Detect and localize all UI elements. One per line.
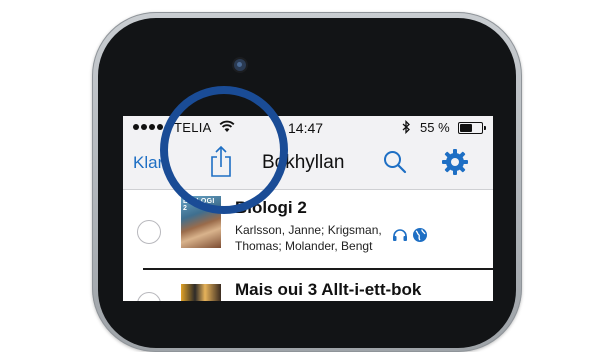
list-item[interactable]: BIOLOGI 2 Biologi 2 Karlsson, Janne; Kri… <box>123 190 493 270</box>
gear-icon[interactable] <box>441 148 469 176</box>
book-cover <box>181 284 221 301</box>
search-icon[interactable] <box>382 149 408 175</box>
select-checkbox[interactable] <box>137 292 161 301</box>
clock: 14:47 <box>288 120 324 136</box>
battery-icon <box>458 122 486 134</box>
select-checkbox[interactable] <box>137 220 161 244</box>
authors-line-1: Karlsson, Janne; Krigsman, <box>235 223 382 237</box>
authors-line-2: Thomas; Molander, Bengt <box>235 239 373 253</box>
battery-percent: 55 % <box>420 120 450 135</box>
battery-fill <box>460 124 472 132</box>
globe-icon <box>412 227 428 248</box>
list-item[interactable]: Mais oui 3 Allt-i-ett-bok <box>123 270 493 301</box>
book-authors: Karlsson, Janne; Krigsman, Thomas; Molan… <box>235 222 385 256</box>
bluetooth-icon <box>401 119 411 137</box>
front-camera <box>234 59 246 71</box>
book-title: Mais oui 3 Allt-i-ett-bok <box>235 280 422 299</box>
highlight-circle <box>160 86 288 214</box>
done-button[interactable]: Klar <box>133 153 163 173</box>
headphones-icon <box>392 228 408 247</box>
